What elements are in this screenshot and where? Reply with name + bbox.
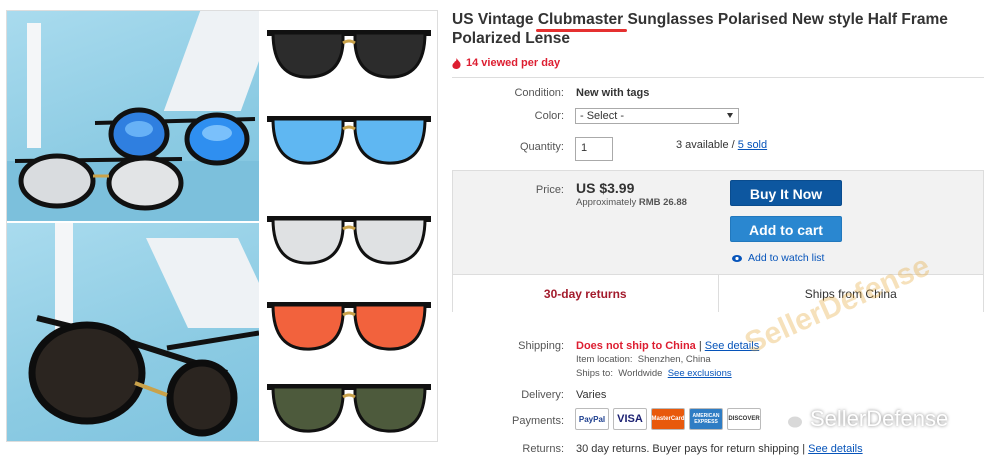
price-value: US $3.99 — [576, 180, 635, 196]
mastercard-icon: MasterCard — [651, 408, 685, 430]
payments-label: Payments: — [512, 415, 564, 427]
item-location: Item location: Shenzhen, China — [576, 354, 711, 365]
lens-color-swatches — [259, 11, 437, 441]
availability-text: 3 available / 5 sold — [676, 139, 768, 151]
returns-details-link[interactable]: See details — [808, 443, 862, 455]
delivery-value: Varies — [576, 389, 607, 401]
shipping-value: Does not ship to China | See details — [576, 340, 760, 352]
delivery-label: Delivery: — [521, 389, 564, 401]
ships-to: Ships to: Worldwide See exclusions — [576, 368, 732, 379]
discover-icon: DISCOVER — [727, 408, 761, 430]
condition-value: New with tags — [576, 87, 650, 99]
chat-bubbles-icon — [778, 408, 804, 430]
amex-icon: AMERICAN EXPRESS — [689, 408, 723, 430]
eye-icon — [732, 254, 742, 262]
shipping-label: Shipping: — [518, 340, 564, 352]
buy-it-now-button[interactable]: Buy It Now — [730, 180, 842, 206]
title-divider — [452, 77, 984, 78]
swatch-orange-lens[interactable] — [261, 293, 437, 353]
quantity-label: Quantity: — [519, 141, 564, 153]
returns-cell: 30-day returns — [543, 286, 627, 301]
add-to-watch-list-link[interactable]: Add to watch list — [732, 252, 824, 264]
swatch-black-lens[interactable] — [261, 21, 437, 81]
seller-defense-logo: SellerDefense — [778, 406, 948, 432]
title-prefix: US Vintage — [452, 11, 538, 28]
views-per-day: 14 viewed per day — [452, 57, 560, 69]
approx-price: Approximately RMB 26.88 — [576, 197, 687, 208]
sunglasses-silver-image — [14, 153, 184, 211]
swatch-silver-lens[interactable] — [261, 207, 437, 267]
color-select[interactable]: - Select - — [575, 108, 739, 124]
title-highlight: Clubmaster — [537, 11, 624, 28]
swatch-blue-lens[interactable] — [261, 107, 437, 167]
product-image-gallery[interactable] — [6, 10, 438, 442]
condition-label: Condition: — [514, 87, 564, 99]
returns-value: 30 day returns. Buyer pays for return sh… — [576, 443, 863, 455]
color-label: Color: — [534, 110, 564, 122]
swatch-green-lens[interactable] — [261, 375, 437, 435]
flame-icon — [452, 57, 461, 69]
product-photo-bottom[interactable] — [7, 223, 259, 441]
payment-methods: PayPal VISA MasterCard AMERICAN EXPRESS … — [575, 408, 761, 430]
visa-icon: VISA — [613, 408, 647, 430]
see-exclusions-link[interactable]: See exclusions — [668, 368, 732, 379]
paypal-icon: PayPal — [575, 408, 609, 430]
quantity-input[interactable]: 1 — [575, 137, 613, 161]
item-title: US Vintage Clubmaster Sunglasses Polaris… — [452, 10, 992, 48]
returns-label: Returns: — [522, 443, 564, 455]
price-label: Price: — [535, 184, 564, 196]
add-to-cart-button[interactable]: Add to cart — [730, 216, 842, 242]
product-photo-top[interactable] — [7, 11, 259, 221]
sold-link[interactable]: 5 sold — [738, 139, 767, 151]
sunglasses-blue-image — [94, 107, 256, 166]
sunglasses-dark-image — [28, 315, 259, 437]
chevron-down-icon — [727, 113, 733, 118]
